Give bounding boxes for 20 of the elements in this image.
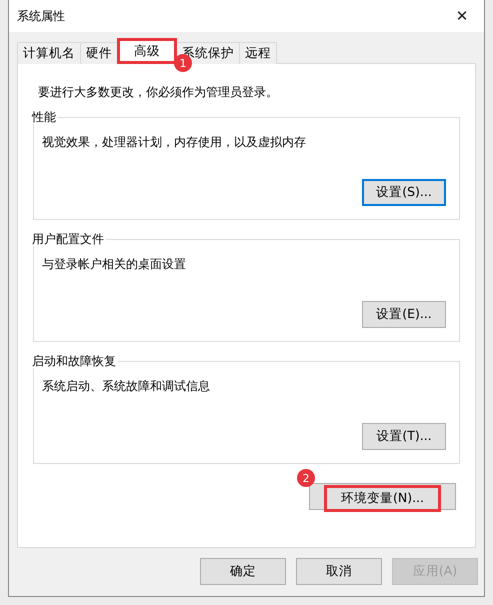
tab[interactable]: 远程 [239, 42, 277, 64]
settings-button[interactable]: 设置(E)... [362, 301, 446, 328]
tab[interactable]: 高级 [117, 38, 177, 64]
group-description: 系统启动、系统故障和调试信息 [42, 378, 211, 395]
tab[interactable]: 硬件 [80, 42, 118, 64]
group-description: 视觉效果，处理器计划，内存使用，以及虚拟内存 [42, 134, 307, 151]
tab[interactable]: 计算机名 [17, 42, 81, 64]
group-title: 用户配置文件 [32, 232, 106, 246]
environment-variables-button[interactable]: 环境变量(N)... [309, 483, 456, 510]
settings-button[interactable]: 设置(T)... [362, 423, 446, 450]
settings-button[interactable]: 设置(S)... [362, 179, 446, 206]
dialog-button[interactable]: 确定 [200, 558, 286, 585]
notice-text: 要进行大多数更改，你必须作为管理员登录。 [37, 84, 279, 101]
group-title: 启动和故障恢复 [32, 354, 118, 368]
step-badge: 2 [297, 469, 315, 487]
group-description: 与登录帐户相关的桌面设置 [42, 256, 187, 273]
group-title: 性能 [32, 110, 58, 124]
close-button[interactable]: ✕ [440, 0, 484, 32]
window-title: 系统属性 [17, 8, 65, 24]
dialog-button[interactable]: 取消 [296, 558, 382, 585]
